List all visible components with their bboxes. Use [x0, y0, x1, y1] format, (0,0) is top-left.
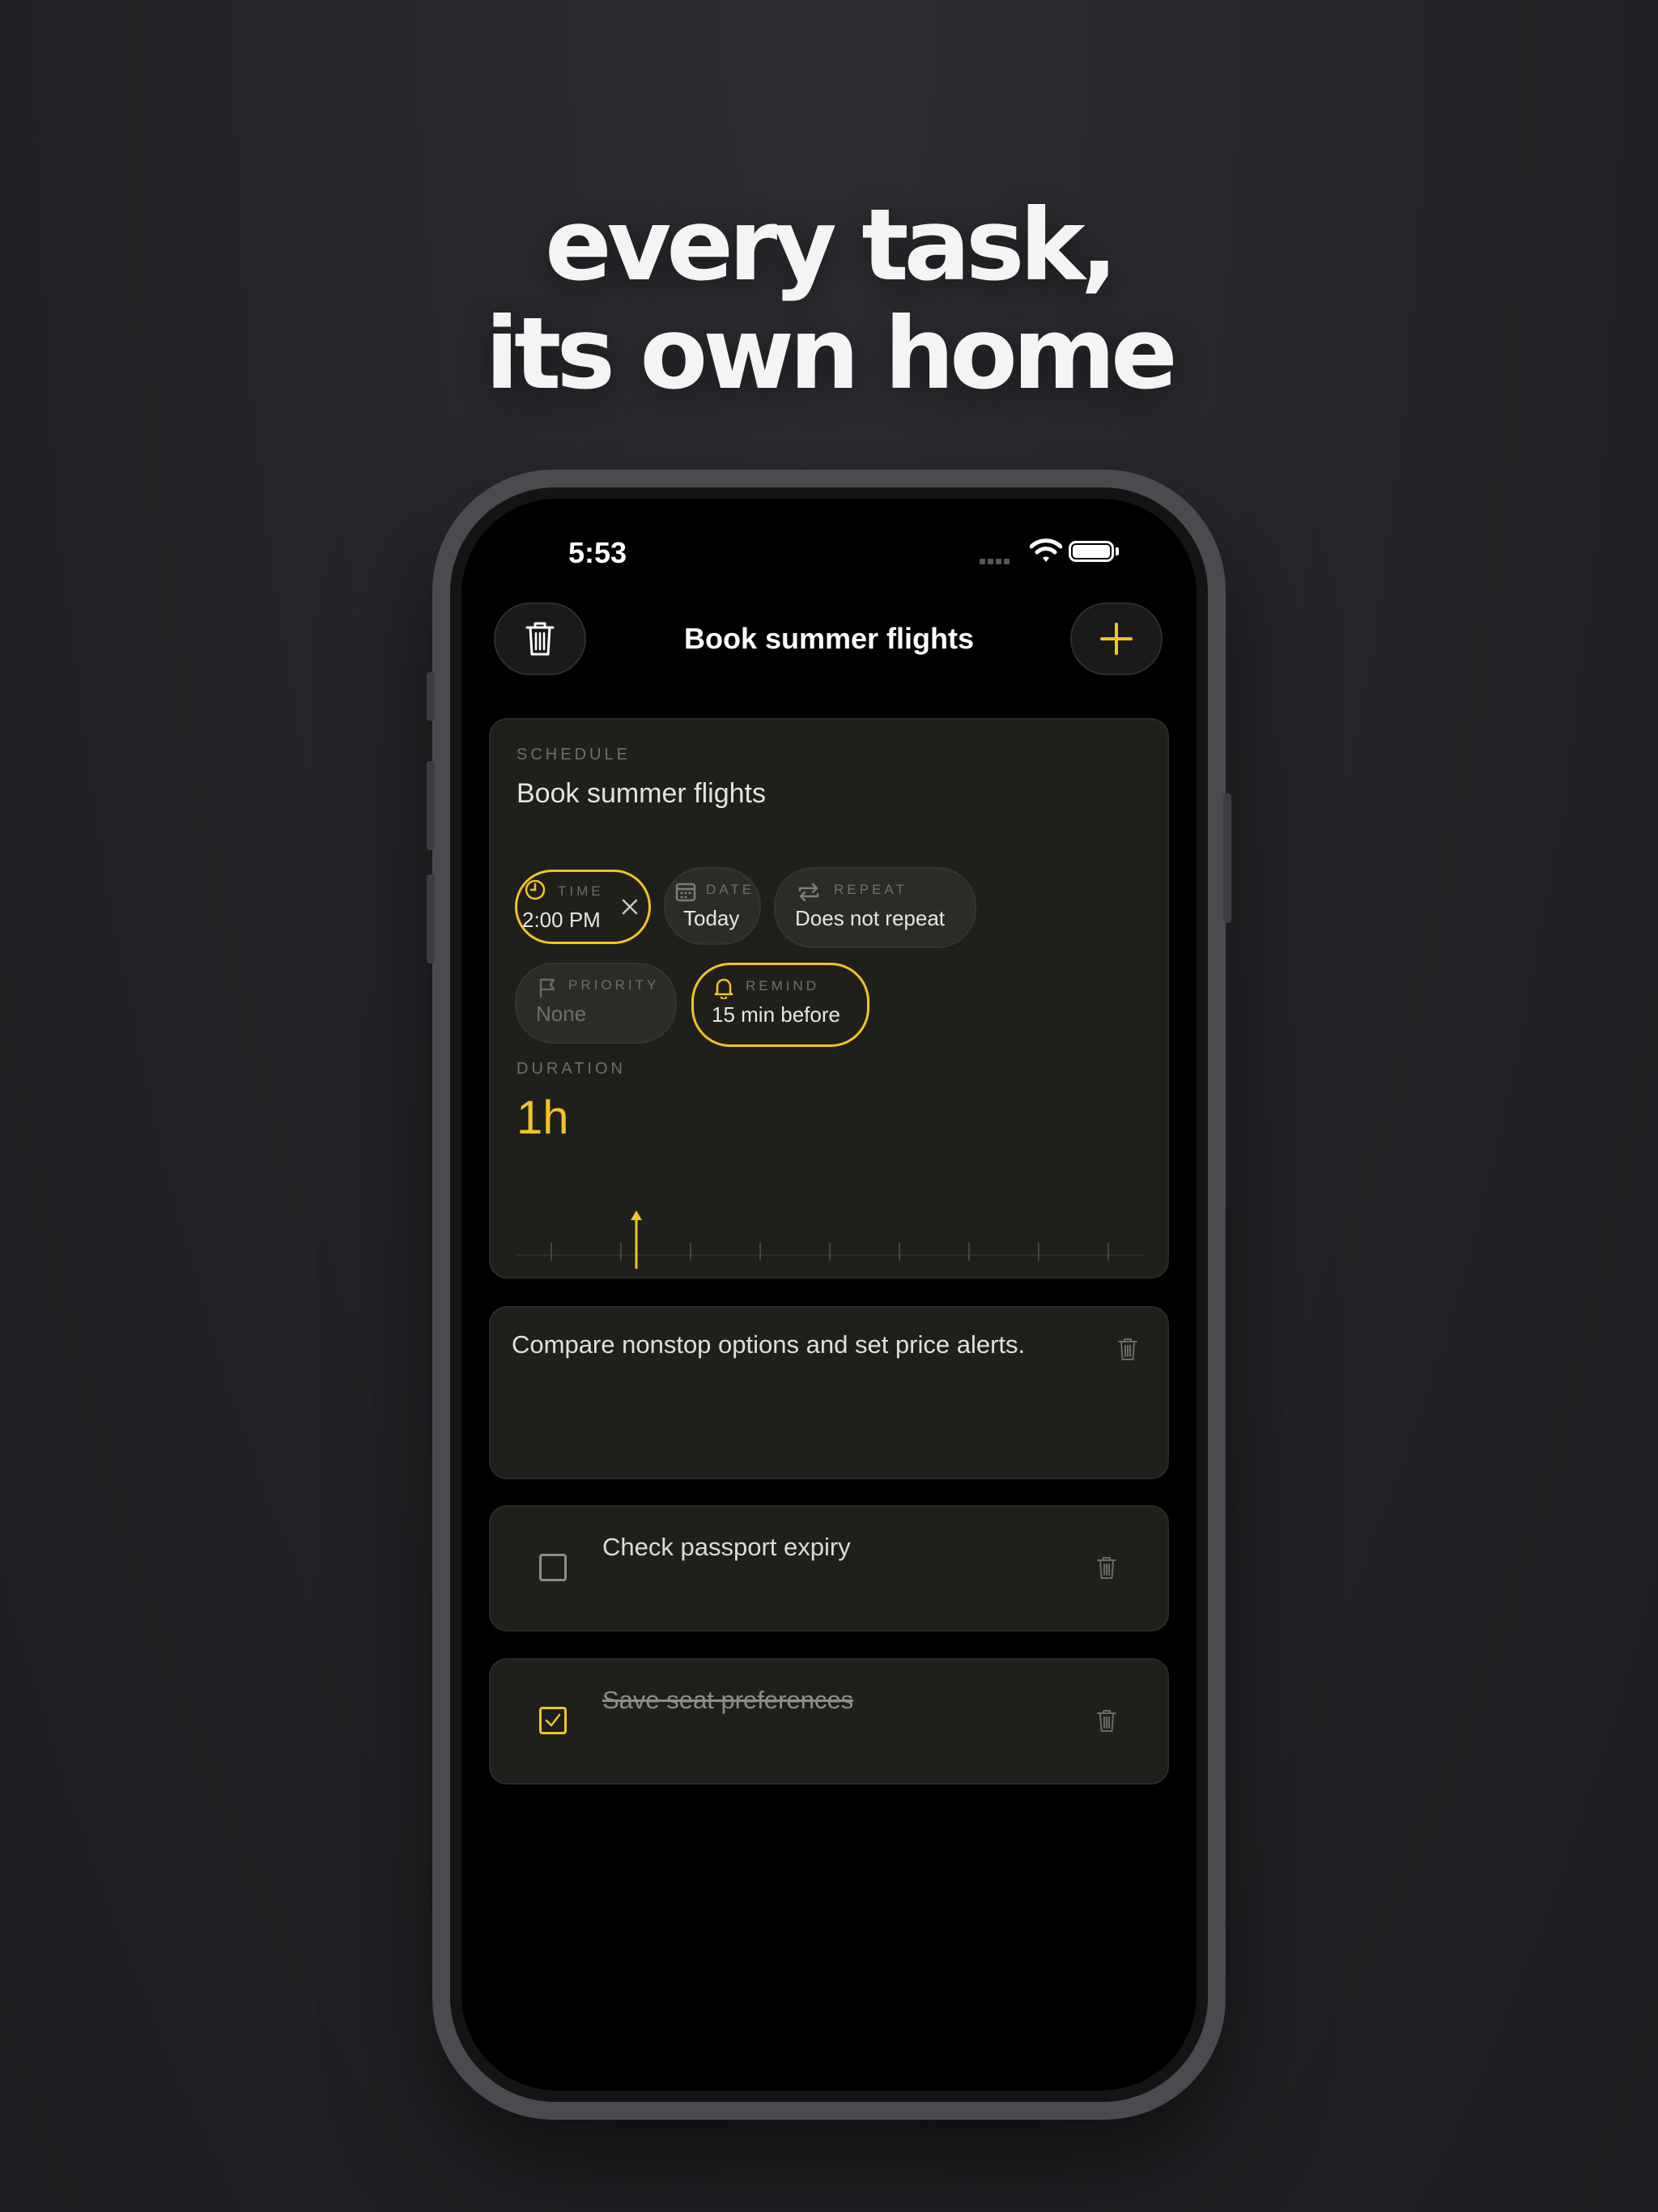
time-chip-value: 2:00 PM [522, 908, 601, 932]
slider-tick [1107, 1243, 1109, 1261]
headline-line-2: its own home [485, 296, 1178, 411]
phone-screen: 5:53 Book summer flights SCHEDULE Book s… [461, 499, 1197, 2091]
priority-chip-value: None [536, 1002, 587, 1026]
priority-chip[interactable]: PRIORITY None [515, 963, 677, 1044]
duration-value: 1h [517, 1091, 569, 1144]
repeat-icon [798, 883, 819, 902]
time-chip[interactable]: TIME 2:00 PM [515, 870, 651, 944]
note-card[interactable]: Compare nonstop options and set price al… [489, 1306, 1169, 1479]
duration-slider-track [517, 1254, 1145, 1256]
close-icon[interactable] [621, 898, 639, 916]
duration-label: DURATION [517, 1060, 626, 1078]
remind-chip-label: REMIND [746, 978, 820, 993]
slider-tick [759, 1243, 761, 1261]
battery-icon [1069, 541, 1114, 562]
date-chip[interactable]: DATE Today [664, 867, 761, 945]
clock-icon [525, 879, 546, 900]
slider-tick [551, 1243, 552, 1261]
bell-icon [714, 978, 733, 999]
phone-mute-switch [427, 672, 435, 721]
duration-slider-handle[interactable] [628, 1209, 644, 1270]
checkmark-icon [545, 1713, 561, 1727]
time-chip-label: TIME [558, 883, 604, 899]
battery-tip [1116, 547, 1119, 555]
trash-icon[interactable] [1117, 1337, 1138, 1361]
status-icons [980, 538, 1119, 568]
trash-icon[interactable] [1096, 1708, 1117, 1733]
headline: every task, its own home [0, 191, 1658, 408]
subtask-text[interactable]: Check passport expiry [602, 1533, 851, 1562]
schedule-label: SCHEDULE [517, 746, 631, 764]
flag-icon [539, 978, 555, 998]
date-chip-label: DATE [706, 882, 755, 897]
repeat-chip-label: REPEAT [834, 882, 908, 897]
remind-chip-value: 15 min before [712, 1002, 840, 1027]
slider-tick [1038, 1243, 1039, 1261]
note-text[interactable]: Compare nonstop options and set price al… [512, 1330, 1025, 1359]
subtask-item: Check passport expiry [489, 1505, 1169, 1631]
phone-volume-up [427, 761, 435, 850]
date-chip-value: Today [683, 906, 740, 930]
remind-chip[interactable]: REMIND 15 min before [691, 963, 869, 1047]
subtask-checkbox[interactable] [539, 1707, 567, 1734]
phone-volume-down [427, 874, 435, 963]
repeat-chip[interactable]: REPEAT Does not repeat [774, 867, 976, 948]
trash-icon[interactable] [1096, 1555, 1117, 1580]
subtask-text[interactable]: Save seat preferences [602, 1686, 853, 1715]
plus-icon [1100, 623, 1133, 655]
slider-tick [899, 1243, 900, 1261]
add-button[interactable] [1070, 602, 1163, 675]
duration-slider[interactable] [517, 1210, 1145, 1270]
subtask-item: Save seat preferences [489, 1658, 1169, 1784]
subtask-checkbox[interactable] [539, 1554, 567, 1581]
slider-tick [620, 1243, 622, 1261]
slider-tick [968, 1243, 970, 1261]
calendar-icon [675, 883, 696, 902]
slider-tick [690, 1243, 691, 1261]
slider-tick [829, 1243, 831, 1261]
schedule-card: SCHEDULE Book summer flights TIME 2:00 P… [489, 718, 1169, 1278]
priority-chip-label: PRIORITY [568, 977, 660, 993]
repeat-chip-value: Does not repeat [795, 906, 946, 930]
phone-power-button [1223, 793, 1231, 923]
wifi-icon [1030, 538, 1062, 562]
signal-icon [980, 554, 1012, 568]
task-title[interactable]: Book summer flights [517, 778, 766, 810]
status-time: 5:53 [568, 536, 627, 569]
headline-line-1: every task, [545, 188, 1118, 303]
